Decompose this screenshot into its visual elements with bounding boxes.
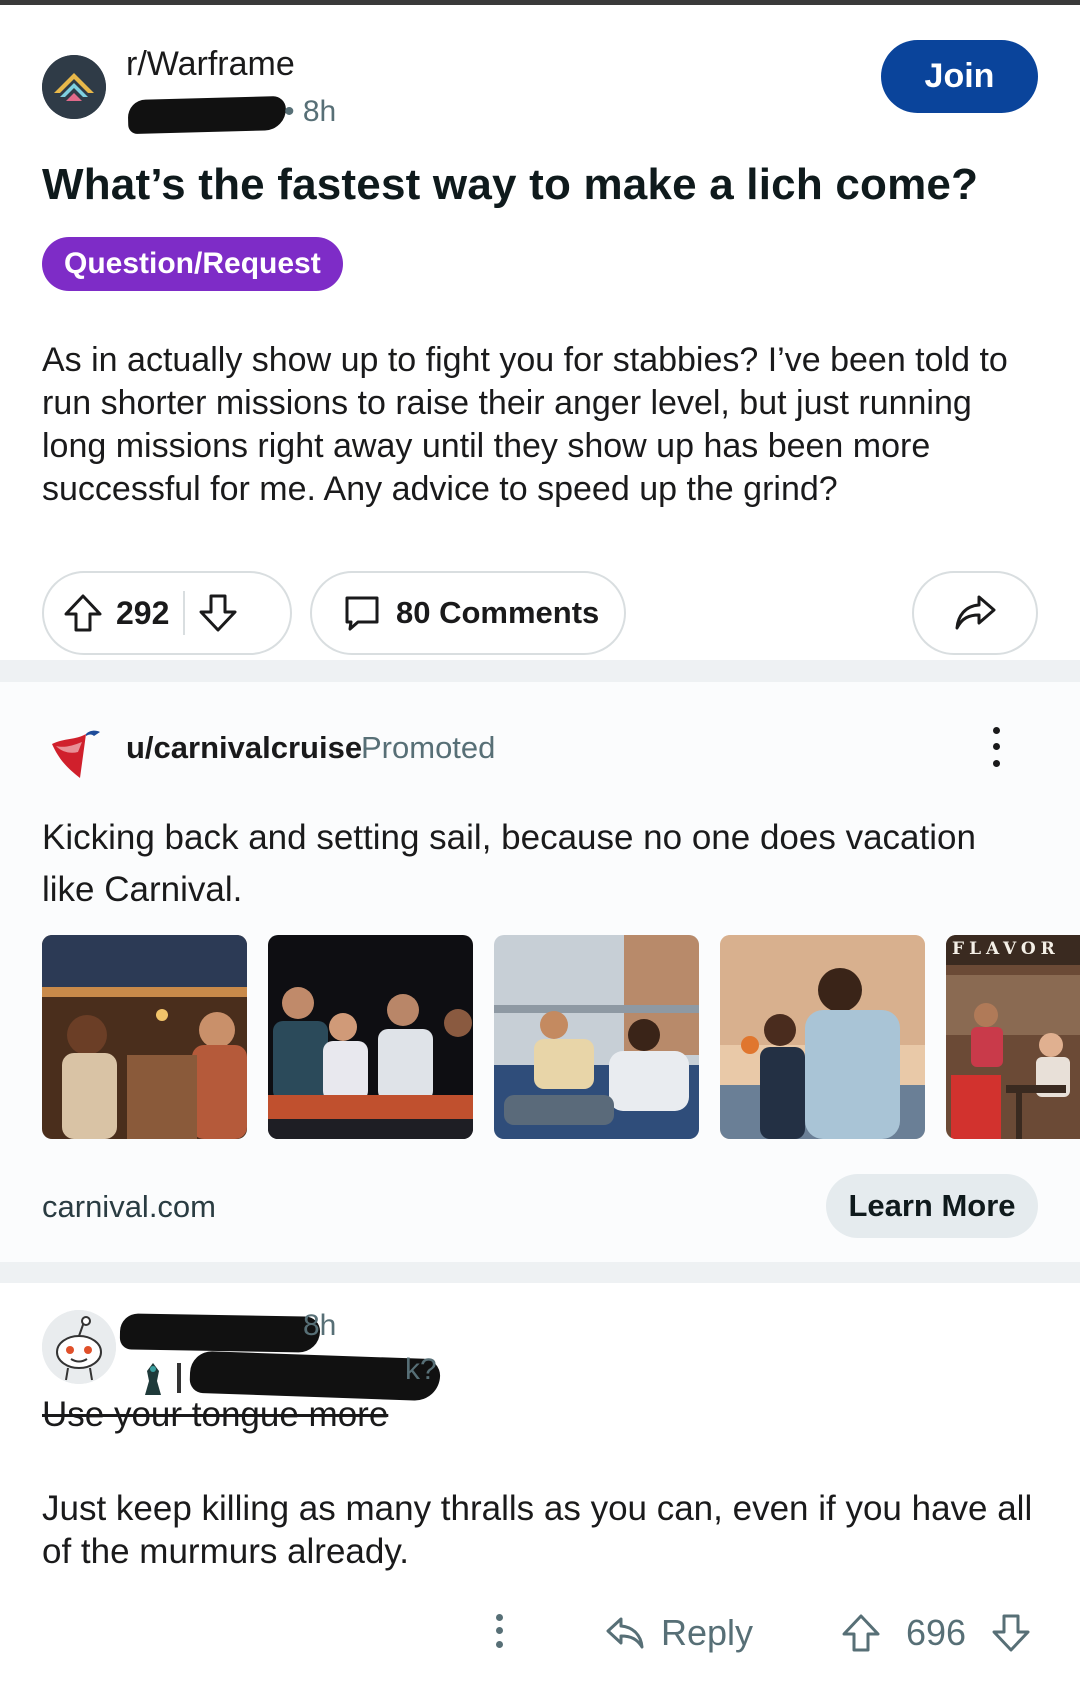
vote-count: 292 — [116, 594, 170, 631]
comment-more-icon[interactable] — [488, 1611, 510, 1651]
promoted-ad: u/carnivalcruise Promoted Kicking back a… — [0, 682, 1080, 1262]
more-options-icon[interactable] — [982, 722, 1010, 772]
comment-vote: 696 — [840, 1603, 1032, 1663]
post-body[interactable]: As in actually show up to fight you for … — [42, 339, 1042, 511]
comment-body[interactable]: Just keep killing as many thralls as you… — [42, 1487, 1042, 1573]
vote-divider — [183, 591, 186, 635]
user-flair-tail: k? — [405, 1353, 437, 1386]
ad-image-3[interactable] — [494, 935, 699, 1139]
flair-separator — [177, 1363, 181, 1393]
snoo-avatar-icon — [42, 1310, 116, 1384]
warframe-flair-icon — [143, 1361, 163, 1395]
comment-icon — [342, 593, 382, 633]
reply-icon — [605, 1615, 645, 1651]
strikethrough-text: Use your tongue more — [42, 1395, 389, 1434]
post-time: • 8h — [284, 95, 337, 128]
user-avatar[interactable] — [42, 1310, 116, 1384]
feed-separator-2 — [0, 1262, 1080, 1283]
upvote-icon[interactable] — [62, 592, 104, 634]
comment-vote-count: 696 — [906, 1612, 967, 1653]
upvote-icon[interactable] — [840, 1612, 882, 1654]
join-button[interactable]: Join — [881, 40, 1038, 113]
redaction-mark — [189, 1350, 441, 1402]
comments-button[interactable]: 80 Comments — [310, 571, 626, 655]
comment-time: 8h — [303, 1309, 337, 1342]
ad-username[interactable]: u/carnivalcruise — [126, 730, 362, 766]
carnival-logo-icon[interactable] — [42, 722, 102, 782]
redaction-mark — [127, 95, 287, 135]
comment: 8h k? Use your tongue more Just keep kil… — [0, 1283, 1080, 1689]
feed-separator — [0, 660, 1080, 682]
ad-image-5[interactable]: FLAVOR — [946, 935, 1080, 1139]
ad-image-4[interactable] — [720, 935, 925, 1139]
promoted-label: Promoted — [361, 730, 496, 765]
downvote-icon[interactable] — [197, 592, 239, 634]
post-card: r/Warframe • 8h Join What’s the fastest … — [0, 5, 1080, 660]
post-flair[interactable]: Question/Request — [42, 237, 343, 291]
ad-image-1[interactable] — [42, 935, 247, 1139]
learn-more-button[interactable]: Learn More — [826, 1174, 1038, 1238]
flavor-sign: FLAVOR — [952, 939, 1060, 959]
redaction-mark — [119, 1313, 321, 1353]
downvote-icon[interactable] — [990, 1612, 1032, 1654]
share-button[interactable] — [912, 571, 1038, 655]
ad-image-2[interactable] — [268, 935, 473, 1139]
vote-pill: 292 — [42, 571, 292, 655]
share-icon — [953, 593, 997, 633]
reply-button[interactable]: Reply — [605, 1603, 753, 1663]
subreddit-avatar[interactable] — [42, 55, 106, 119]
comments-label: 80 Comments — [396, 595, 600, 630]
reply-label: Reply — [661, 1612, 754, 1653]
post-title[interactable]: What’s the fastest way to make a lich co… — [42, 160, 978, 210]
warframe-logo-icon — [42, 55, 106, 119]
ad-domain[interactable]: carnival.com — [42, 1189, 216, 1225]
subreddit-name[interactable]: r/Warframe — [126, 45, 295, 84]
ad-text[interactable]: Kicking back and setting sail, because n… — [42, 812, 1032, 916]
